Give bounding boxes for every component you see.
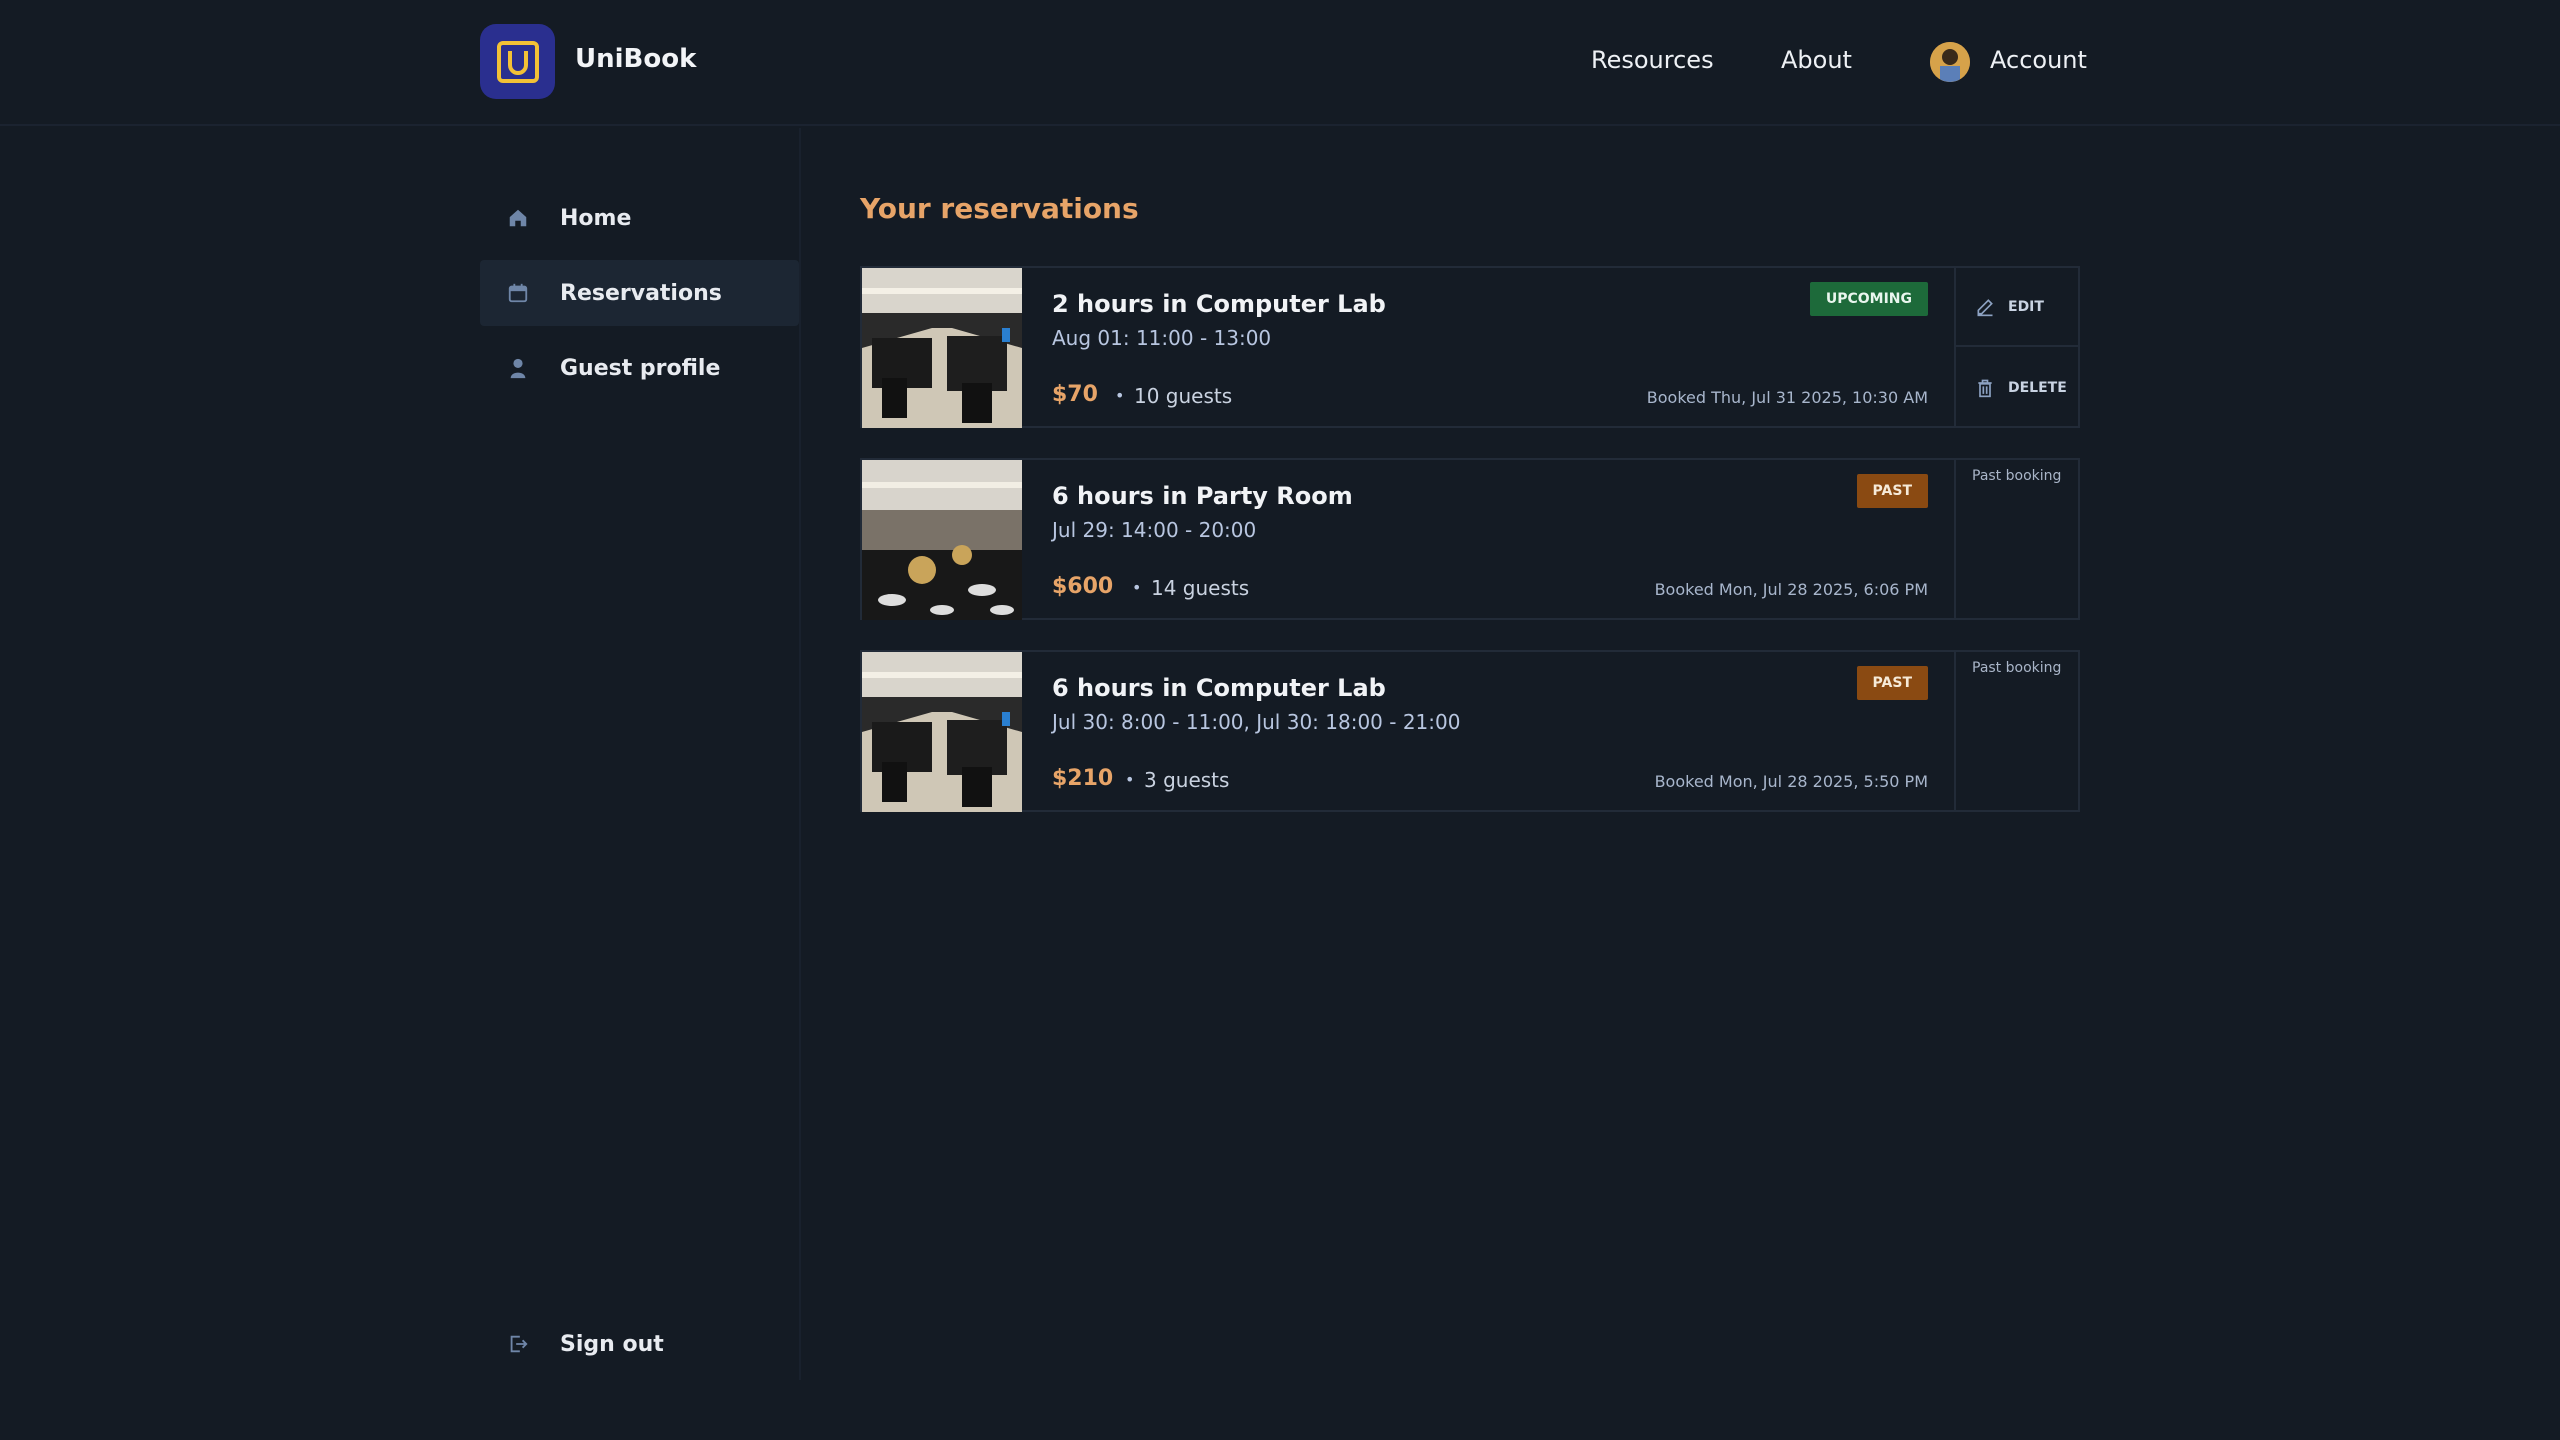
- reservation-details: 2 hours in Computer Lab Aug 01: 11:00 - …: [1022, 268, 1956, 428]
- page-title: Your reservations: [860, 192, 1139, 225]
- reservation-guests: 14 guests: [1151, 576, 1250, 600]
- status-badge: PAST: [1856, 666, 1928, 700]
- calendar-icon: [506, 281, 530, 305]
- party-room-photo: [862, 460, 1022, 620]
- avatar-icon: [1930, 42, 1970, 82]
- past-booking-label: Past booking: [1972, 468, 2062, 484]
- home-icon: [506, 206, 530, 230]
- reservation-actions: Past booking: [1954, 460, 2080, 618]
- reservation-actions: Past booking: [1954, 652, 2080, 810]
- reservation-guests: 3 guests: [1144, 768, 1230, 792]
- reservation-title: 6 hours in Party Room: [1052, 482, 1353, 510]
- reservation-actions: EDIT DELETE: [1954, 268, 2080, 426]
- sidebar-item-guest-profile[interactable]: Guest profile: [480, 335, 799, 401]
- reservation-card: 6 hours in Party Room Jul 29: 14:00 - 20…: [860, 458, 2080, 620]
- delete-label: DELETE: [2008, 379, 2067, 396]
- account-avatar[interactable]: [1930, 42, 1970, 82]
- nav-resources[interactable]: Resources: [1591, 46, 1714, 74]
- past-booking-label: Past booking: [1972, 660, 2062, 676]
- nav-account[interactable]: Account: [1990, 46, 2087, 74]
- reservation-time: Jul 30: 8:00 - 11:00, Jul 30: 18:00 - 21…: [1052, 710, 1461, 734]
- reservation-card: 6 hours in Computer Lab Jul 30: 8:00 - 1…: [860, 650, 2080, 812]
- reservation-details: 6 hours in Computer Lab Jul 30: 8:00 - 1…: [1022, 652, 1956, 812]
- edit-button[interactable]: EDIT: [1956, 268, 2080, 347]
- sidebar-item-label: Home: [560, 205, 632, 231]
- sign-out-icon: [506, 1332, 530, 1356]
- booked-timestamp: Booked Mon, Jul 28 2025, 6:06 PM: [1654, 580, 1928, 599]
- reservation-time: Jul 29: 14:00 - 20:00: [1052, 518, 1257, 542]
- reservation-price: $70: [1052, 382, 1098, 407]
- status-badge: UPCOMING: [1809, 282, 1928, 316]
- unibook-logo[interactable]: [480, 24, 555, 99]
- booked-timestamp: Booked Thu, Jul 31 2025, 10:30 AM: [1646, 388, 1928, 407]
- sidebar-item-label: Reservations: [560, 280, 722, 306]
- edit-icon: [1974, 296, 1996, 318]
- reservation-title: 6 hours in Computer Lab: [1052, 674, 1386, 702]
- sidebar-divider: [799, 128, 801, 1380]
- separator-dot: •: [1132, 578, 1142, 597]
- sign-out-label: Sign out: [560, 1331, 664, 1357]
- sign-out-button[interactable]: Sign out: [480, 1314, 799, 1374]
- trash-icon: [1974, 377, 1996, 399]
- computer-lab-photo: [862, 652, 1022, 812]
- separator-dot: •: [1125, 770, 1135, 789]
- reservation-card: 2 hours in Computer Lab Aug 01: 11:00 - …: [860, 266, 2080, 428]
- edit-label: EDIT: [2008, 298, 2044, 315]
- reservation-details: 6 hours in Party Room Jul 29: 14:00 - 20…: [1022, 460, 1956, 620]
- booked-timestamp: Booked Mon, Jul 28 2025, 5:50 PM: [1654, 772, 1928, 791]
- sidebar-item-reservations[interactable]: Reservations: [480, 260, 799, 326]
- nav-about[interactable]: About: [1781, 46, 1852, 74]
- status-badge: PAST: [1856, 474, 1928, 508]
- sidebar-item-label: Guest profile: [560, 355, 721, 381]
- reservation-time: Aug 01: 11:00 - 13:00: [1052, 326, 1272, 350]
- logo-mark-icon: [496, 40, 539, 83]
- separator-dot: •: [1115, 386, 1125, 405]
- brand-name[interactable]: UniBook: [575, 44, 696, 74]
- delete-button[interactable]: DELETE: [1956, 348, 2080, 427]
- reservation-price: $600: [1052, 574, 1114, 599]
- top-header: UniBook Resources About Account: [0, 0, 2560, 126]
- sidebar-item-home[interactable]: Home: [480, 185, 799, 251]
- person-icon: [506, 356, 530, 380]
- reservation-title: 2 hours in Computer Lab: [1052, 290, 1386, 318]
- reservation-price: $210: [1052, 766, 1114, 791]
- reservation-guests: 10 guests: [1134, 384, 1233, 408]
- computer-lab-photo: [862, 268, 1022, 428]
